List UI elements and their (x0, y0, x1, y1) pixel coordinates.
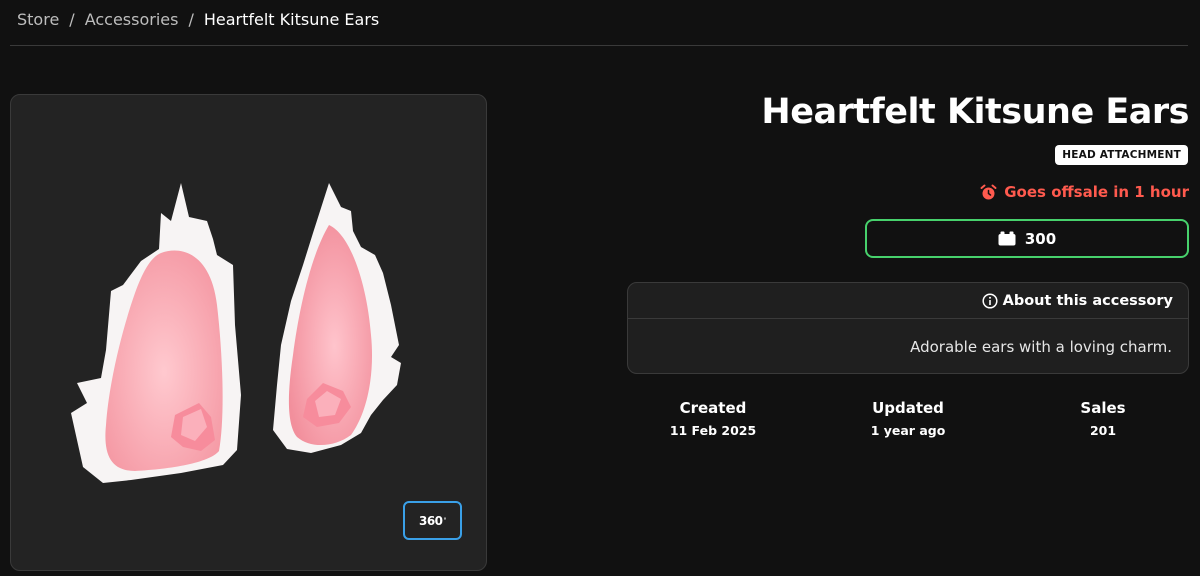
stat-created: Created 11 Feb 2025 (648, 398, 778, 438)
currency-icon (998, 231, 1016, 246)
stat-updated-value: 1 year ago (870, 423, 946, 438)
item-preview[interactable]: 360 ° (10, 94, 487, 571)
about-header: About this accessory (628, 283, 1188, 319)
stat-updated: Updated 1 year ago (843, 398, 973, 438)
about-panel: About this accessory Adorable ears with … (627, 282, 1189, 374)
breadcrumb-store-link[interactable]: Store (17, 10, 59, 29)
left-ear (71, 183, 241, 483)
view-360-degree: ° (443, 517, 447, 524)
view-360-label: 360 (418, 513, 443, 528)
item-title: Heartfelt Kitsune Ears (761, 92, 1189, 132)
stat-sales: Sales 201 (1038, 398, 1168, 438)
stat-created-label: Created (679, 399, 747, 417)
right-ear (273, 183, 401, 453)
item-type-badge: HEAD ATTACHMENT (1055, 145, 1188, 165)
buy-button[interactable]: 300 (865, 219, 1189, 258)
stat-updated-label: Updated (872, 399, 944, 417)
item-thumbnail-image (71, 183, 401, 483)
stat-sales-label: Sales (1080, 399, 1126, 417)
offsale-text: Goes offsale in 1 hour (1004, 183, 1189, 201)
stat-sales-value: 201 (1089, 423, 1117, 438)
about-description: Adorable ears with a loving charm. (910, 337, 1172, 356)
stat-created-value: 11 Feb 2025 (669, 423, 757, 438)
view-360-button[interactable]: 360 ° (403, 501, 462, 540)
breadcrumb-current: Heartfelt Kitsune Ears (203, 9, 380, 29)
breadcrumb-separator: / (69, 9, 75, 29)
info-icon (982, 292, 998, 309)
breadcrumb: Store / Accessories / Heartfelt Kitsune … (17, 6, 379, 32)
offsale-notice: Goes offsale in 1 hour (980, 181, 1189, 203)
alarm-clock-icon (980, 184, 997, 199)
price-value: 300 (1024, 229, 1057, 248)
about-title: About this accessory (1002, 292, 1173, 309)
breadcrumb-separator: / (188, 9, 194, 29)
header-divider (10, 45, 1188, 46)
breadcrumb-accessories-link[interactable]: Accessories (85, 10, 179, 29)
